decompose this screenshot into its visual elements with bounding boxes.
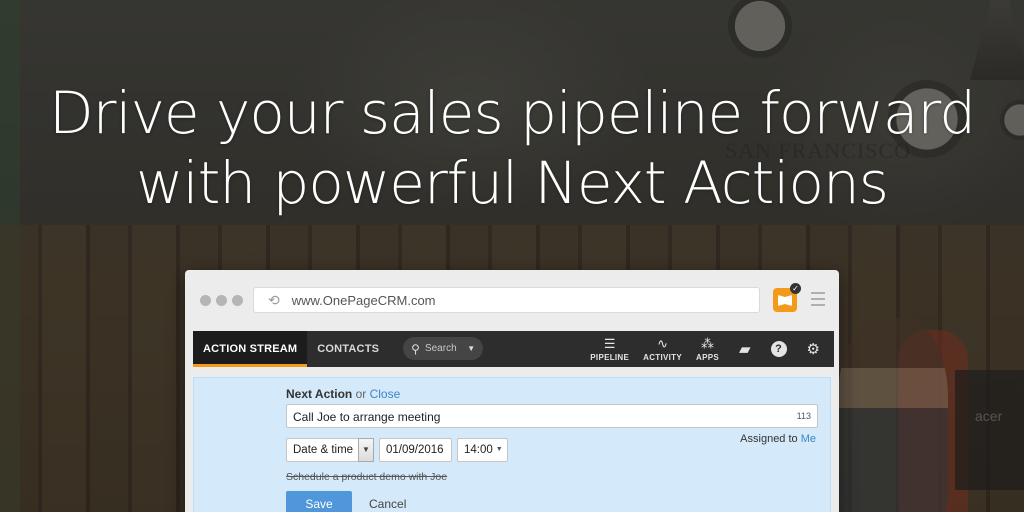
tab-contacts[interactable]: CONTACTS: [307, 331, 389, 367]
assigned-to: Assigned to Me: [740, 433, 816, 445]
date-input[interactable]: 01/09/2016: [379, 438, 452, 462]
nav-activity[interactable]: ∿ ACTIVITY: [643, 335, 682, 362]
nav-right-group: ☰ PIPELINE ∿ ACTIVITY ⁂ APPS ▰ ? ⚙: [576, 331, 834, 367]
window-dot-icon[interactable]: [216, 295, 227, 306]
chevron-down-icon: ▼: [495, 446, 503, 454]
date-type-value: Date & time: [293, 444, 354, 456]
next-action-form: Next Action or Close Call Joe to arrange…: [193, 377, 831, 512]
cancel-button[interactable]: Cancel: [369, 497, 406, 511]
chat-icon[interactable]: ▰: [739, 340, 751, 358]
next-action-input[interactable]: Call Joe to arrange meeting 113: [286, 404, 818, 428]
nav-pipeline-label: PIPELINE: [590, 352, 630, 362]
search-icon: ⚲: [411, 341, 420, 356]
next-action-title: Next Action: [286, 387, 353, 401]
browser-window: ⟲ www.OnePageCRM.com ACTION STREAM CONTA…: [185, 270, 839, 512]
assigned-user-link[interactable]: Me: [801, 433, 816, 445]
completed-action: Schedule a product demo with Joe: [286, 471, 448, 483]
onepagecrm-extension-icon[interactable]: [773, 283, 801, 312]
headline: Drive your sales pipeline forward with p…: [0, 78, 1024, 218]
window-dot-icon[interactable]: [232, 295, 243, 306]
nav-apps-label: APPS: [696, 352, 719, 362]
address-bar[interactable]: ⟲ www.OnePageCRM.com: [253, 287, 760, 313]
next-action-header: Next Action or Close: [286, 387, 400, 401]
window-dot-icon[interactable]: [200, 295, 211, 306]
tab-action-stream[interactable]: ACTION STREAM: [193, 331, 308, 367]
nav-activity-label: ACTIVITY: [643, 352, 682, 362]
headline-line-1: Drive your sales pipeline forward: [48, 79, 976, 147]
chevron-down-icon[interactable]: ▼: [358, 438, 374, 462]
filter-icon: ☰: [603, 335, 616, 351]
save-button[interactable]: Save: [286, 491, 352, 512]
hamburger-menu-icon[interactable]: [811, 292, 825, 308]
gear-icon[interactable]: ⚙: [807, 340, 820, 358]
reload-icon[interactable]: ⟲: [268, 292, 280, 309]
nav-pipeline[interactable]: ☰ PIPELINE: [590, 335, 630, 362]
time-value: 14:00: [464, 444, 493, 456]
or-text: or: [355, 387, 367, 401]
nav-apps[interactable]: ⁂ APPS: [696, 335, 719, 362]
close-link[interactable]: Close: [370, 387, 401, 401]
char-count: 113: [796, 411, 811, 421]
search-placeholder: Search: [424, 343, 457, 354]
app-nav-bar: ACTION STREAM CONTACTS ⚲ Search ▼ ☰ PIPE…: [193, 331, 834, 367]
time-select[interactable]: 14:00 ▼: [457, 438, 508, 462]
chevron-down-icon: ▼: [467, 344, 476, 353]
date-type-select[interactable]: Date & time ▼: [286, 438, 374, 462]
url-text: www.OnePageCRM.com: [291, 292, 436, 308]
search-input[interactable]: ⚲ Search ▼: [403, 337, 484, 360]
window-controls: [200, 295, 243, 306]
apps-icon: ⁂: [701, 335, 714, 351]
help-icon[interactable]: ?: [770, 341, 787, 357]
browser-chrome: ⟲ www.OnePageCRM.com: [185, 270, 839, 330]
pulse-icon: ∿: [657, 335, 669, 351]
assigned-label: Assigned to: [740, 433, 798, 445]
headline-line-2: with powerful Next Actions: [136, 149, 889, 217]
next-action-value: Call Joe to arrange meeting: [293, 410, 441, 424]
